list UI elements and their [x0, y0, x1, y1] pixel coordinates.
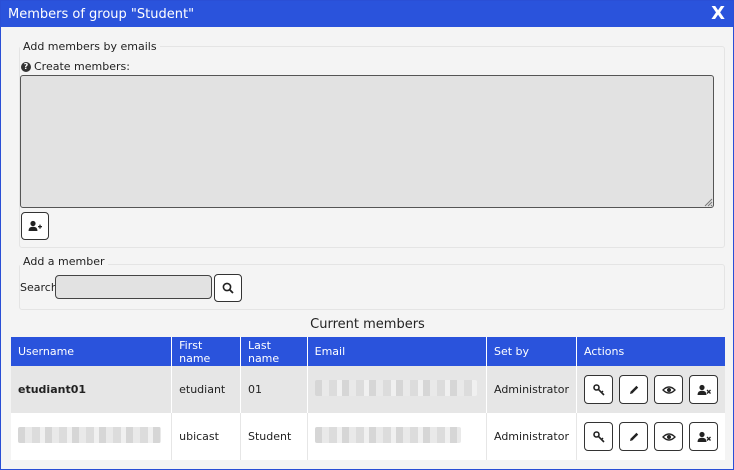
key-icon [592, 430, 605, 443]
cell-email [307, 366, 487, 413]
close-button[interactable]: X [709, 5, 727, 23]
redacted-email [314, 380, 477, 396]
cell-first-name: etudiant [171, 366, 241, 413]
change-password-button[interactable] [584, 422, 613, 451]
table-row: ubicast Student Administrator [11, 413, 725, 460]
cell-email [307, 413, 487, 460]
emails-textarea[interactable] [20, 75, 714, 208]
table-header-row: Username First name Last name Email Set … [11, 337, 725, 366]
dialog-titlebar: Members of group "Student" X [1, 1, 733, 27]
redacted-username [18, 427, 161, 443]
cell-set-by: Administrator [486, 413, 578, 460]
cell-first-name: ubicast [171, 413, 241, 460]
header-set-by: Set by [486, 337, 578, 366]
member-legend: Add a member [20, 255, 108, 268]
search-button[interactable] [214, 274, 242, 302]
create-members-label: Create members: [34, 60, 130, 73]
cell-username: etudiant01 [11, 366, 173, 413]
view-button[interactable] [654, 375, 683, 404]
table-row: etudiant01 etudiant 01 Administrator [11, 366, 725, 413]
redacted-email [314, 427, 461, 443]
eye-icon [661, 432, 676, 441]
pencil-icon [629, 385, 638, 394]
remove-member-button[interactable] [689, 375, 718, 404]
header-username: Username [11, 337, 173, 366]
header-first-name: First name [171, 337, 241, 366]
edit-button[interactable] [619, 422, 648, 451]
resize-grip-icon[interactable] [703, 197, 713, 207]
create-members-label-row: ? Create members: [21, 60, 130, 73]
eye-icon [661, 385, 676, 394]
cell-actions [576, 413, 725, 460]
emails-legend: Add members by emails [20, 40, 160, 53]
search-icon [222, 282, 234, 294]
key-icon [592, 383, 605, 396]
pencil-icon [629, 432, 638, 441]
header-actions: Actions [576, 337, 725, 366]
user-remove-icon [697, 384, 711, 395]
remove-member-button[interactable] [689, 422, 718, 451]
members-table: Username First name Last name Email Set … [11, 337, 725, 460]
table-title: Current members [310, 317, 425, 332]
view-button[interactable] [654, 422, 683, 451]
cell-last-name: 01 [240, 366, 308, 413]
header-email: Email [307, 337, 487, 366]
search-input[interactable] [55, 275, 212, 299]
cell-set-by: Administrator [486, 366, 578, 413]
cell-username [11, 413, 173, 460]
cell-last-name: Student [240, 413, 308, 460]
members-dialog: Members of group "Student" X Add members… [0, 0, 734, 470]
question-circle-icon[interactable]: ? [21, 62, 31, 72]
user-plus-icon [28, 220, 42, 231]
cell-actions [576, 366, 725, 413]
edit-button[interactable] [619, 375, 648, 404]
search-label: Search [20, 281, 58, 294]
change-password-button[interactable] [584, 375, 613, 404]
user-remove-icon [697, 431, 711, 442]
dialog-title: Members of group "Student" [8, 6, 195, 22]
add-members-button[interactable] [21, 212, 49, 240]
header-last-name: Last name [240, 337, 308, 366]
